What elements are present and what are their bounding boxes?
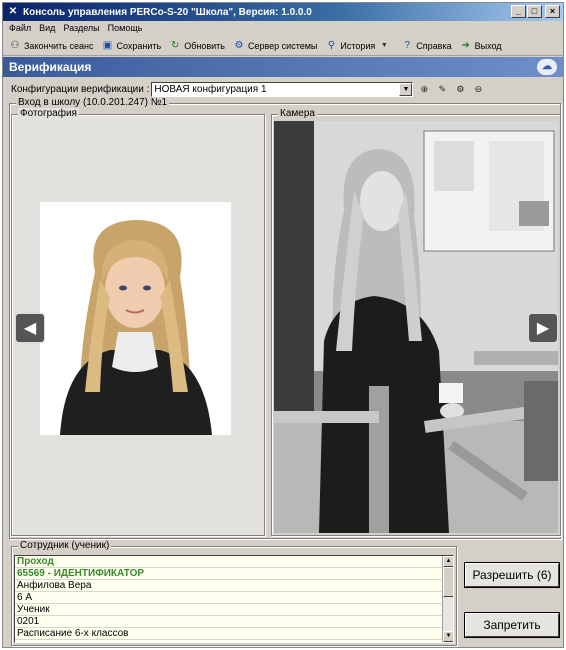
employee-label: Сотрудник (ученик) — [18, 540, 112, 551]
exit-label: Выход — [474, 40, 502, 51]
help-icon: ? — [404, 40, 411, 51]
server-icon: ⚙ — [234, 40, 244, 51]
scroll-up-icon[interactable]: ▲ — [443, 556, 453, 567]
list-item: Ученик — [15, 604, 443, 616]
title-bar[interactable]: ✕ Консоль управления PERCo-S-20 "Школа",… — [3, 3, 563, 21]
camera-feed — [274, 121, 558, 533]
end-session-icon: ⚇ — [10, 40, 20, 51]
exit-button[interactable]: ➔ Выход — [460, 40, 502, 52]
chat-icon[interactable]: ☁ — [537, 59, 557, 75]
config-row: Конфигурации верификации : НОВАЯ конфигу… — [11, 81, 486, 97]
help-label: Справка — [416, 40, 452, 51]
allow-button[interactable]: Разрешить (6) — [465, 563, 559, 587]
menu-bar: Файл Вид Разделы Помощь — [3, 21, 563, 35]
section-header: Верификация ☁ — [3, 57, 563, 77]
menu-help[interactable]: Помощь — [108, 23, 143, 33]
window-controls: _ □ × — [511, 5, 560, 18]
list-scrollbar[interactable]: ▲ ▼ — [442, 556, 453, 642]
app-window: ✕ Консоль управления PERCo-S-20 "Школа",… — [2, 2, 564, 648]
next-photo-button[interactable]: ▶ — [528, 313, 558, 343]
app-logo-icon: ✕ — [8, 6, 18, 17]
list-item: 65569 - ИДЕНТИФИКАТОР — [15, 568, 443, 580]
previous-photo-button[interactable]: ◀ — [15, 313, 45, 343]
save-label: Сохранить — [116, 40, 162, 51]
settings-config-icon[interactable]: ⚙ — [453, 82, 468, 96]
chevron-down-icon[interactable]: ▼ — [378, 40, 390, 52]
employee-info-list: Проход 65569 - ИДЕНТИФИКАТОР Анфилова Ве… — [14, 555, 454, 643]
list-item: Анфилова Вера — [15, 580, 443, 592]
menu-view[interactable]: Вид — [39, 23, 55, 33]
arrow-right-icon: ▶ — [536, 320, 550, 337]
toolbar: ⚇ Закончить сеанс ▣ Сохранить ↻ Обновить… — [3, 36, 563, 56]
maximize-button[interactable]: □ — [527, 5, 542, 18]
server-button[interactable]: ⚙ Сервер системы — [233, 40, 317, 52]
history-button[interactable]: ⚲ История ▼ — [325, 40, 393, 52]
config-label: Конфигурации верификации : — [11, 83, 150, 95]
student-photo — [40, 202, 231, 435]
config-select[interactable]: НОВАЯ конфигурация 1 ▼ — [151, 81, 414, 97]
edit-config-icon[interactable]: ✎ — [435, 82, 450, 96]
scroll-thumb[interactable] — [443, 567, 453, 597]
add-config-icon[interactable]: ⊕ — [417, 82, 432, 96]
deny-button[interactable]: Запретить — [465, 613, 559, 637]
close-button[interactable]: × — [545, 5, 560, 18]
server-label: Сервер системы — [247, 40, 318, 51]
refresh-icon: ↻ — [171, 40, 180, 51]
save-button[interactable]: ▣ Сохранить — [101, 40, 161, 52]
list-item: 6 А — [15, 592, 443, 604]
window-title: Консоль управления PERCo-S-20 "Школа", В… — [23, 6, 312, 18]
history-icon: ⚲ — [327, 40, 336, 51]
camera-panel: Камера ▶ — [271, 108, 561, 536]
refresh-button[interactable]: ↻ Обновить — [169, 40, 225, 52]
menu-sections[interactable]: Разделы — [63, 23, 99, 33]
help-button[interactable]: ? Справка — [401, 40, 452, 52]
chevron-down-icon[interactable]: ▼ — [399, 82, 413, 96]
camera-feed-image — [274, 121, 558, 533]
save-icon: ▣ — [102, 40, 113, 51]
exit-icon: ➔ — [461, 40, 470, 51]
history-label: История — [340, 40, 376, 51]
camera-label: Камера — [278, 108, 317, 119]
scroll-down-icon[interactable]: ▼ — [443, 631, 453, 642]
minimize-button[interactable]: _ — [511, 5, 526, 18]
delete-config-icon[interactable]: ⊖ — [471, 82, 486, 96]
config-selected-value: НОВАЯ конфигурация 1 — [154, 83, 267, 95]
refresh-label: Обновить — [184, 40, 225, 51]
list-item: 0201 — [15, 616, 443, 628]
arrow-left-icon: ◀ — [23, 320, 37, 337]
list-item: Расписание 6-х классов — [15, 628, 443, 640]
entry-point-label: Вход в школу (10.0.201.247) №1 — [16, 97, 170, 108]
photo-panel: Фотография ◀ — [11, 108, 265, 536]
list-item: Проход — [15, 556, 443, 568]
menu-file[interactable]: Файл — [9, 23, 31, 33]
page-title: Верификация — [9, 60, 92, 74]
end-session-label: Закончить сеанс — [24, 40, 94, 51]
student-photo-image — [40, 202, 231, 435]
photo-label: Фотография — [18, 108, 79, 119]
end-session-button[interactable]: ⚇ Закончить сеанс — [9, 40, 94, 52]
employee-group: Сотрудник (ученик) Проход 65569 - ИДЕНТИ… — [11, 540, 457, 646]
